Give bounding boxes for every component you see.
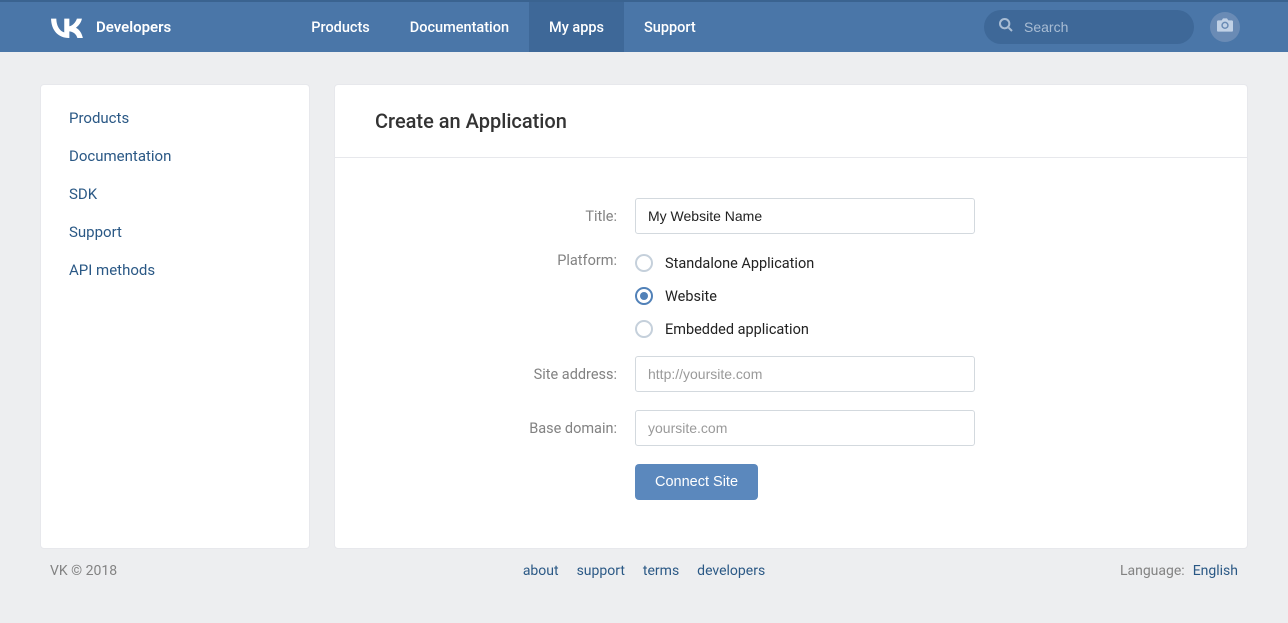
vk-logo-icon xyxy=(48,16,86,38)
radio-icon xyxy=(635,320,653,338)
radio-icon xyxy=(635,287,653,305)
search-icon xyxy=(998,17,1014,37)
nav-documentation[interactable]: Documentation xyxy=(390,2,529,52)
platform-label: Platform: xyxy=(375,252,635,269)
row-platform: Platform: Standalone Application Website… xyxy=(375,252,1207,338)
connect-site-button[interactable]: Connect Site xyxy=(635,464,758,500)
site-address-label: Site address: xyxy=(375,366,635,383)
footer-link-terms[interactable]: terms xyxy=(643,563,679,579)
footer-copyright: VK © 2018 xyxy=(50,563,117,579)
row-base-domain: Base domain: xyxy=(375,410,1207,446)
top-nav: Products Documentation My apps Support xyxy=(291,2,715,52)
radio-standalone[interactable]: Standalone Application xyxy=(635,254,975,272)
row-site-address: Site address: xyxy=(375,356,1207,392)
brand-label: Developers xyxy=(96,18,171,36)
nav-products[interactable]: Products xyxy=(291,2,390,52)
radio-label: Standalone Application xyxy=(665,255,814,272)
sidebar-item-api-methods[interactable]: API methods xyxy=(41,251,309,289)
top-right xyxy=(984,10,1240,44)
sidebar-item-sdk[interactable]: SDK xyxy=(41,175,309,213)
title-input[interactable] xyxy=(635,198,975,234)
radio-label: Embedded application xyxy=(665,321,809,338)
search-box[interactable] xyxy=(984,10,1194,44)
sidebar-item-products[interactable]: Products xyxy=(41,99,309,137)
nav-support[interactable]: Support xyxy=(624,2,716,52)
footer-links: about support terms developers xyxy=(523,563,765,579)
radio-embedded[interactable]: Embedded application xyxy=(635,320,975,338)
camera-button[interactable] xyxy=(1210,12,1240,42)
site-address-input[interactable] xyxy=(635,356,975,392)
camera-icon xyxy=(1217,18,1233,36)
brand[interactable]: Developers xyxy=(48,16,171,38)
sidebar-item-documentation[interactable]: Documentation xyxy=(41,137,309,175)
page-title: Create an Application xyxy=(375,109,1207,133)
main-panel: Create an Application Title: Platform: S… xyxy=(334,84,1248,549)
base-domain-input[interactable] xyxy=(635,410,975,446)
footer-link-support[interactable]: support xyxy=(577,563,625,579)
page-body: Products Documentation SDK Support API m… xyxy=(0,52,1288,549)
search-input[interactable] xyxy=(1024,19,1180,35)
platform-radio-group: Standalone Application Website Embedded … xyxy=(635,252,975,338)
base-domain-label: Base domain: xyxy=(375,420,635,437)
row-title: Title: xyxy=(375,198,1207,234)
footer: VK © 2018 about support terms developers… xyxy=(0,549,1288,579)
main-header: Create an Application xyxy=(335,85,1247,158)
topbar: Developers Products Documentation My app… xyxy=(0,0,1288,52)
footer-language: Language: English xyxy=(1120,563,1238,579)
create-app-form: Title: Platform: Standalone Application … xyxy=(335,158,1247,548)
language-label: Language: xyxy=(1120,563,1185,579)
row-submit: Connect Site xyxy=(375,464,1207,500)
sidebar: Products Documentation SDK Support API m… xyxy=(40,84,310,549)
sidebar-item-support[interactable]: Support xyxy=(41,213,309,251)
radio-label: Website xyxy=(665,288,717,305)
language-select[interactable]: English xyxy=(1193,563,1238,579)
footer-link-developers[interactable]: developers xyxy=(697,563,765,579)
nav-my-apps[interactable]: My apps xyxy=(529,2,624,52)
footer-link-about[interactable]: about xyxy=(523,563,559,579)
radio-icon xyxy=(635,254,653,272)
title-label: Title: xyxy=(375,208,635,225)
radio-website[interactable]: Website xyxy=(635,287,975,305)
